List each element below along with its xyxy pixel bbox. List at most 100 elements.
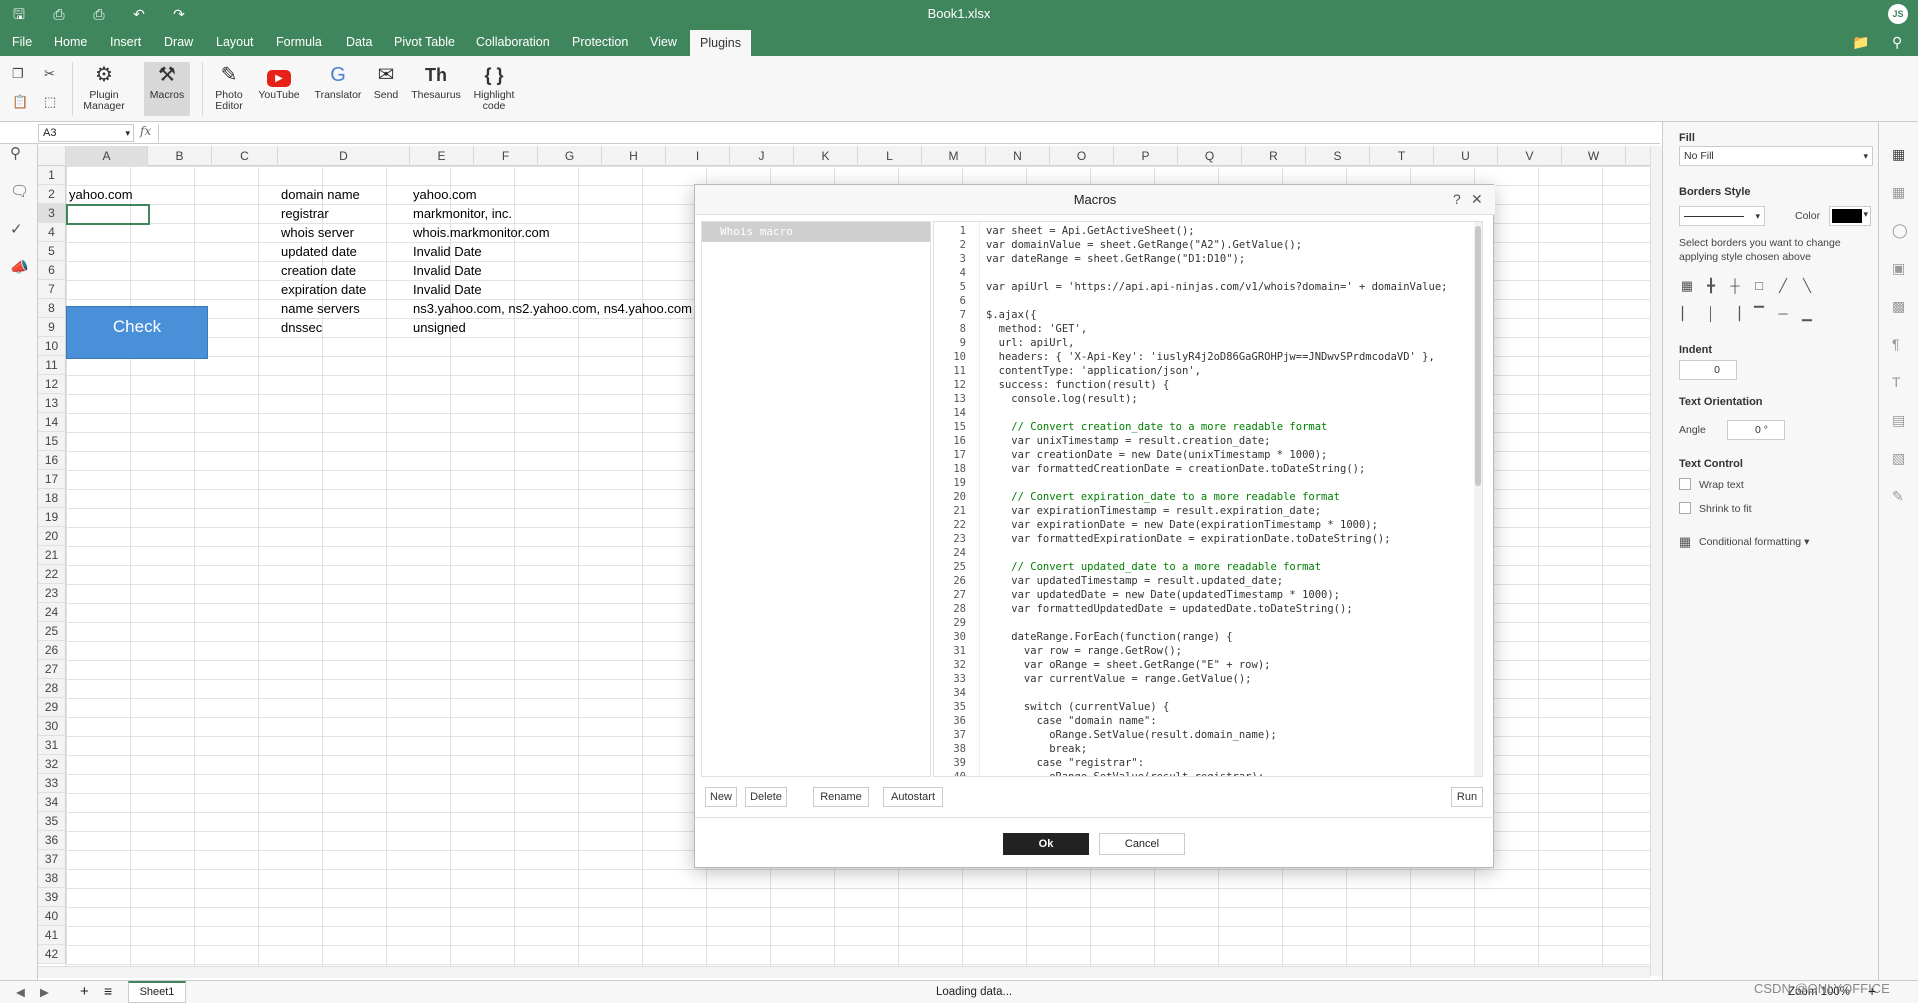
tab-insert[interactable]: Insert: [100, 28, 151, 56]
column-header-G[interactable]: G: [538, 146, 602, 166]
row-header-18[interactable]: 18: [38, 489, 66, 508]
column-header-S[interactable]: S: [1306, 146, 1370, 166]
diagonal-up-icon[interactable]: ╱: [1775, 278, 1791, 294]
row-header-19[interactable]: 19: [38, 508, 66, 527]
cell-D3[interactable]: registrar: [278, 204, 329, 223]
translator-button[interactable]: G Translator: [310, 62, 366, 101]
row-header-26[interactable]: 26: [38, 641, 66, 660]
left-border-icon[interactable]: ▏: [1679, 306, 1695, 322]
row-header-8[interactable]: 8: [38, 299, 66, 318]
function-icon[interactable]: fx: [140, 124, 151, 138]
cell-E6[interactable]: Invalid Date: [410, 261, 482, 280]
column-header-C[interactable]: C: [212, 146, 278, 166]
column-header-V[interactable]: V: [1498, 146, 1562, 166]
bottom-border-icon[interactable]: ▁: [1799, 306, 1815, 322]
row-header-41[interactable]: 41: [38, 926, 66, 945]
column-header-P[interactable]: P: [1114, 146, 1178, 166]
close-icon[interactable]: ✕: [1471, 191, 1483, 208]
row-header-17[interactable]: 17: [38, 470, 66, 489]
column-header-U[interactable]: U: [1434, 146, 1498, 166]
youtube-button[interactable]: ▶ YouTube: [256, 62, 302, 101]
cell-E3[interactable]: markmonitor, inc.: [410, 204, 512, 223]
row-header-42[interactable]: 42: [38, 945, 66, 964]
column-header-J[interactable]: J: [730, 146, 794, 166]
cell-D7[interactable]: expiration date: [278, 280, 366, 299]
row-header-20[interactable]: 20: [38, 527, 66, 546]
cell-E5[interactable]: Invalid Date: [410, 242, 482, 261]
search-icon[interactable]: ⚲: [1892, 34, 1902, 51]
spellcheck-icon[interactable]: ✓: [10, 220, 23, 238]
column-header-T[interactable]: T: [1370, 146, 1434, 166]
row-header-16[interactable]: 16: [38, 451, 66, 470]
chart-settings-icon[interactable]: ▩: [1892, 298, 1905, 315]
border-color-picker[interactable]: ▾: [1829, 206, 1871, 226]
row-header-9[interactable]: 9: [38, 318, 66, 337]
outer-border-icon[interactable]: □: [1751, 278, 1767, 294]
rename-macro-button[interactable]: Rename: [813, 787, 869, 807]
comments-icon[interactable]: 🗨: [10, 182, 29, 200]
column-header-R[interactable]: R: [1242, 146, 1306, 166]
angle-input[interactable]: 0 °: [1727, 420, 1785, 440]
thesaurus-button[interactable]: Th Thesaurus: [408, 62, 464, 101]
cell-E4[interactable]: whois.markmonitor.com: [410, 223, 550, 242]
column-header-L[interactable]: L: [858, 146, 922, 166]
cell-D4[interactable]: whois server: [278, 223, 354, 242]
inner-vertical-icon[interactable]: │: [1703, 306, 1719, 322]
row-header-29[interactable]: 29: [38, 698, 66, 717]
row-header-7[interactable]: 7: [38, 280, 66, 299]
indent-input[interactable]: 0: [1679, 360, 1737, 380]
row-header-21[interactable]: 21: [38, 546, 66, 565]
column-header-A[interactable]: A: [66, 146, 148, 166]
sheet-list-icon[interactable]: ≡: [104, 983, 112, 999]
select-all-icon[interactable]: ⬚: [44, 94, 56, 110]
cell-D8[interactable]: name servers: [278, 299, 360, 318]
row-header-24[interactable]: 24: [38, 603, 66, 622]
column-header-I[interactable]: I: [666, 146, 730, 166]
column-header-M[interactable]: M: [922, 146, 986, 166]
row-header-11[interactable]: 11: [38, 356, 66, 375]
row-header-38[interactable]: 38: [38, 869, 66, 888]
autostart-button[interactable]: Autostart: [883, 787, 943, 807]
table-settings-icon[interactable]: ▦: [1892, 184, 1905, 201]
cancel-button[interactable]: Cancel: [1099, 833, 1185, 855]
scroll-first-sheet-icon[interactable]: ◀: [16, 985, 25, 999]
top-border-icon[interactable]: ▔: [1751, 306, 1767, 322]
sheet-tab-sheet1[interactable]: Sheet1: [128, 981, 186, 1003]
row-header-28[interactable]: 28: [38, 679, 66, 698]
tab-view[interactable]: View: [640, 28, 687, 56]
check-button[interactable]: Check: [66, 306, 208, 359]
feedback-icon[interactable]: 📣: [10, 258, 29, 276]
column-header-N[interactable]: N: [986, 146, 1050, 166]
shrink-to-fit-checkbox[interactable]: [1679, 502, 1691, 514]
column-header-B[interactable]: B: [148, 146, 212, 166]
row-header-14[interactable]: 14: [38, 413, 66, 432]
inner-borders-icon[interactable]: ╋: [1703, 278, 1719, 294]
tab-draw[interactable]: Draw: [154, 28, 203, 56]
right-border-icon[interactable]: ▕: [1727, 306, 1743, 322]
column-header-F[interactable]: F: [474, 146, 538, 166]
inner-cross-icon[interactable]: ┼: [1727, 278, 1743, 294]
highlight-code-button[interactable]: { } Highlight code: [468, 62, 520, 112]
row-header-2[interactable]: 2: [38, 185, 66, 204]
copy-icon[interactable]: ❐: [12, 66, 24, 82]
tab-layout[interactable]: Layout: [206, 28, 264, 56]
help-icon[interactable]: ?: [1453, 191, 1461, 207]
row-header-23[interactable]: 23: [38, 584, 66, 603]
column-header-K[interactable]: K: [794, 146, 858, 166]
column-header-Q[interactable]: Q: [1178, 146, 1242, 166]
code-editor[interactable]: 1 2 3 4 5 6 7 8 9 10 11 12 13 14 15 16 17 18 19 20 21 22 23 24 2…: [933, 221, 1483, 777]
cut-icon[interactable]: ✂: [44, 66, 55, 82]
cell-E2[interactable]: yahoo.com: [410, 185, 477, 204]
ok-button[interactable]: Ok: [1003, 833, 1089, 855]
row-header-13[interactable]: 13: [38, 394, 66, 413]
inner-horizontal-icon[interactable]: ─: [1775, 306, 1791, 322]
column-header-W[interactable]: W: [1562, 146, 1626, 166]
search-icon[interactable]: ⚲: [10, 144, 21, 162]
slicer-settings-icon[interactable]: ▧: [1892, 450, 1905, 467]
send-button[interactable]: ✉ Send: [370, 62, 402, 101]
cell-D9[interactable]: dnssec: [278, 318, 322, 337]
fill-select[interactable]: No Fill ▾: [1679, 146, 1873, 166]
conditional-formatting-button[interactable]: Conditional formatting ▾: [1699, 536, 1809, 548]
row-header-5[interactable]: 5: [38, 242, 66, 261]
row-header-39[interactable]: 39: [38, 888, 66, 907]
